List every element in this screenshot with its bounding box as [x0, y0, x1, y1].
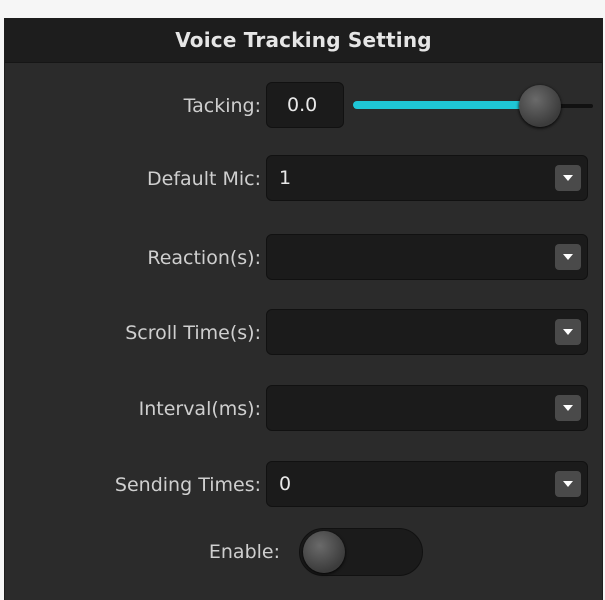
- panel-title: Voice Tracking Setting: [5, 18, 602, 63]
- toggle-knob[interactable]: [303, 531, 345, 573]
- interval-row: Interval(ms):: [5, 385, 602, 433]
- enable-toggle[interactable]: [299, 528, 423, 576]
- default-mic-select[interactable]: 1: [266, 155, 588, 201]
- reaction-select[interactable]: [266, 234, 588, 280]
- tracking-value[interactable]: 0.0: [266, 82, 344, 128]
- slider-handle[interactable]: [519, 85, 561, 127]
- reaction-row: Reaction(s):: [5, 234, 602, 282]
- voice-tracking-panel: Voice Tracking Setting Tacking: 0.0 Defa…: [4, 18, 603, 600]
- enable-row: Enable:: [5, 526, 602, 582]
- interval-label: Interval(ms):: [138, 398, 261, 420]
- slider-fill: [353, 101, 540, 109]
- dropdown-arrow-icon[interactable]: [555, 165, 581, 191]
- sending-times-select[interactable]: 0: [266, 461, 588, 507]
- dropdown-arrow-icon[interactable]: [555, 319, 581, 345]
- reaction-label: Reaction(s):: [147, 247, 261, 269]
- dropdown-arrow-icon[interactable]: [555, 471, 581, 497]
- tracking-label: Tacking:: [183, 95, 261, 117]
- default-mic-value: 1: [279, 167, 292, 189]
- scroll-time-select[interactable]: [266, 309, 588, 355]
- default-mic-label: Default Mic:: [147, 168, 261, 190]
- default-mic-row: Default Mic: 1: [5, 155, 602, 203]
- sending-times-row: Sending Times: 0: [5, 461, 602, 509]
- interval-select[interactable]: [266, 385, 588, 431]
- tracking-row: Tacking: 0.0: [5, 82, 602, 130]
- dropdown-arrow-icon[interactable]: [555, 244, 581, 270]
- sending-times-label: Sending Times:: [114, 474, 261, 496]
- scroll-time-label: Scroll Time(s):: [125, 322, 261, 344]
- sending-times-value: 0: [279, 473, 292, 495]
- dropdown-arrow-icon[interactable]: [555, 395, 581, 421]
- tracking-slider[interactable]: [353, 82, 593, 130]
- scroll-time-row: Scroll Time(s):: [5, 309, 602, 357]
- enable-label: Enable:: [208, 541, 280, 563]
